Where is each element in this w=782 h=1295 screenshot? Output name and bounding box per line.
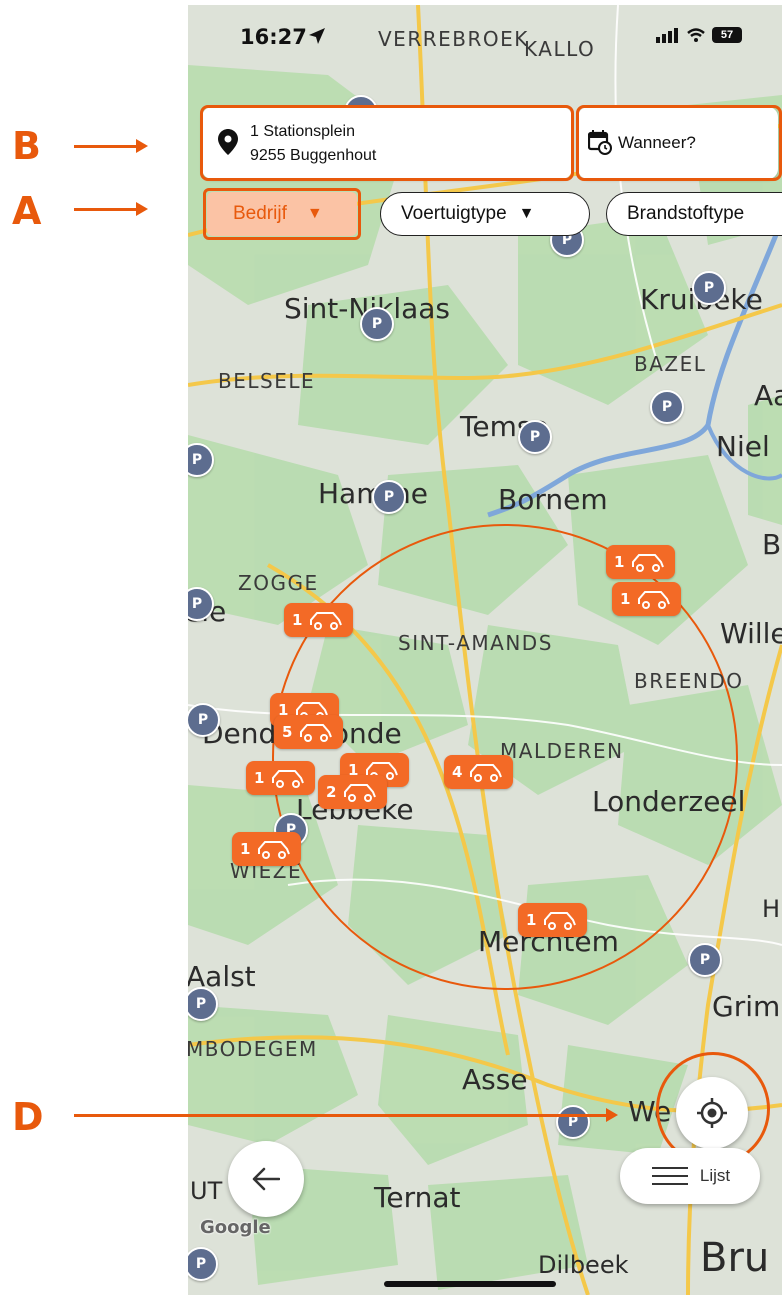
home-indicator	[384, 1281, 556, 1287]
place-label: Asse	[462, 1063, 528, 1096]
google-attribution: Google	[200, 1217, 271, 1238]
filter-company-label: Bedrijf	[233, 203, 287, 224]
car-cluster-marker[interactable]: 1	[284, 603, 354, 637]
parking-marker[interactable]: P	[650, 390, 684, 424]
place-label: Grim	[712, 990, 781, 1023]
car-count: 1	[254, 769, 265, 787]
place-label: Aa	[754, 379, 782, 412]
filter-fuel-type-label: Brandstoftype	[627, 203, 745, 224]
place-label: Wille	[720, 617, 782, 650]
car-icon	[544, 912, 577, 930]
car-cluster-marker[interactable]: 1	[518, 903, 588, 937]
filter-vehicle-type[interactable]: Voertuigtype ▼	[380, 192, 590, 236]
filter-fuel-type[interactable]: Brandstoftype	[606, 192, 782, 236]
car-cluster-marker[interactable]: 1	[606, 545, 676, 579]
annotation-d-letter: D	[12, 1095, 44, 1139]
when-picker[interactable]: Wanneer?	[578, 107, 778, 179]
place-label: Bru	[700, 1235, 770, 1281]
car-cluster-marker[interactable]: 1	[612, 582, 682, 616]
annotation-b-arrow	[74, 139, 148, 153]
car-cluster-marker[interactable]: 1	[232, 832, 302, 866]
car-cluster-marker[interactable]: 5	[274, 715, 344, 749]
place-label: ZOGGE	[238, 571, 319, 595]
place-label: Niel	[716, 430, 770, 463]
signal-icon	[656, 28, 678, 43]
address-search-box[interactable]: 1 Stationsplein 9255 Buggenhout	[202, 107, 572, 179]
place-label: BAZEL	[634, 352, 707, 376]
status-bar: 16:27 57	[188, 5, 782, 65]
car-icon	[632, 554, 665, 572]
list-icon	[651, 1167, 688, 1185]
status-icons: 57	[656, 27, 742, 43]
place-label: SINT-AMANDS	[398, 631, 553, 655]
car-cluster-marker[interactable]: 4	[444, 755, 514, 789]
car-icon	[310, 612, 343, 630]
car-icon	[272, 770, 305, 788]
car-count: 4	[452, 763, 463, 781]
battery-icon: 57	[712, 27, 742, 43]
address-line-2: 9255 Buggenhout	[250, 147, 377, 164]
battery-level: 57	[720, 29, 734, 41]
parking-marker[interactable]: P	[360, 307, 394, 341]
place-label: BREENDO	[634, 669, 744, 693]
car-count: 1	[292, 611, 303, 629]
chevron-down-icon: ▼	[306, 205, 323, 222]
car-icon	[638, 591, 671, 609]
parking-marker[interactable]: P	[556, 1105, 590, 1139]
filter-company[interactable]: Bedrijf ▼	[207, 192, 357, 236]
place-label: Dilbeek	[538, 1251, 629, 1279]
car-icon	[258, 841, 291, 859]
car-cluster-marker[interactable]: 2	[318, 775, 388, 809]
parking-marker[interactable]: P	[688, 943, 722, 977]
place-label: BELSELE	[218, 369, 316, 393]
filter-vehicle-type-label: Voertuigtype	[401, 203, 507, 224]
annotation-b-letter: B	[12, 124, 41, 168]
car-count: 1	[620, 590, 631, 608]
phone-screen: VERREBROEK KALLO Sint-Niklaas Kruibeke B…	[188, 5, 782, 1295]
car-count: 2	[326, 783, 337, 801]
back-button[interactable]	[228, 1141, 304, 1217]
navigation-arrow-icon	[309, 28, 325, 44]
location-pin-icon	[218, 129, 238, 155]
calendar-clock-icon	[588, 130, 612, 155]
car-cluster-marker[interactable]: 1	[246, 761, 316, 795]
place-label: MALDEREN	[500, 739, 624, 763]
place-label: B	[762, 528, 782, 561]
address-line-1: 1 Stationsplein	[250, 123, 355, 140]
car-count: 1	[526, 911, 537, 929]
parking-marker[interactable]: P	[518, 420, 552, 454]
annotation-d-arrow	[74, 1108, 618, 1122]
place-label: Bornem	[498, 483, 608, 516]
chevron-down-icon: ▼	[518, 205, 535, 222]
car-count: 5	[282, 723, 293, 741]
place-label: MBODEGEM	[188, 1037, 318, 1061]
parking-marker[interactable]: P	[692, 271, 726, 305]
status-time: 16:27	[240, 25, 307, 49]
annotation-a-letter: A	[12, 189, 42, 233]
car-icon	[344, 784, 377, 802]
list-view-label: Lijst	[699, 1166, 731, 1185]
place-label: Londerzeel	[592, 785, 746, 818]
car-icon	[470, 764, 503, 782]
when-label: Wanneer?	[618, 133, 696, 152]
car-icon	[300, 724, 333, 742]
place-label: Ternat	[374, 1181, 461, 1214]
wifi-icon	[687, 28, 705, 42]
place-label: UT	[190, 1177, 223, 1205]
place-label: H	[762, 895, 781, 923]
back-arrow-icon	[252, 1167, 280, 1191]
list-view-button[interactable]: Lijst	[620, 1148, 760, 1204]
parking-marker[interactable]: P	[372, 480, 406, 514]
car-count: 1	[614, 553, 625, 571]
car-count: 1	[240, 840, 251, 858]
annotation-a-arrow	[74, 202, 148, 216]
